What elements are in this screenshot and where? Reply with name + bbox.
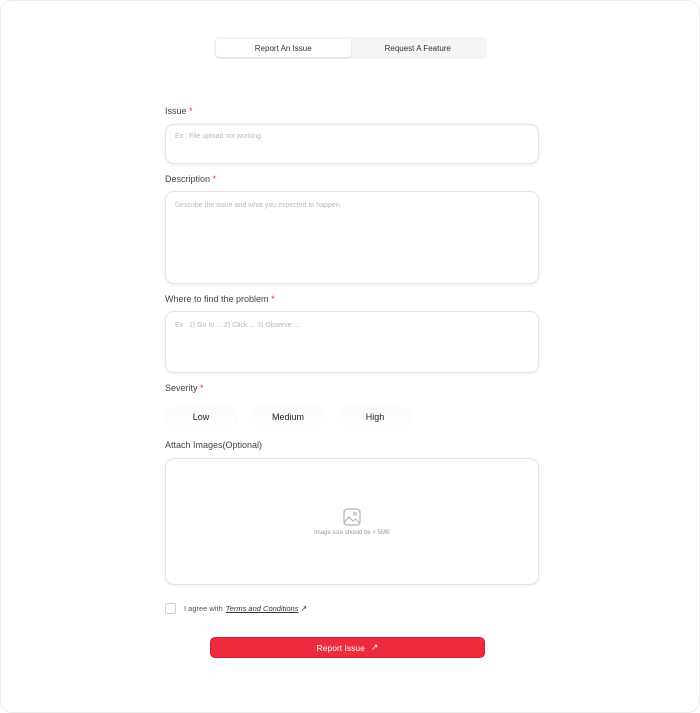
terms-link[interactable]: Terms and Conditions	[226, 604, 299, 613]
description-placeholder: Describe the issue and what you expected…	[175, 202, 342, 209]
terms-agreement: I agree with Terms and Conditions ↗	[165, 603, 307, 614]
location-label-text: Where to find the problem	[165, 294, 269, 304]
required-marker: *	[212, 174, 217, 184]
severity-options: Low Medium High	[165, 408, 426, 426]
agreement-text: I agree with	[184, 604, 223, 613]
image-icon	[343, 508, 361, 526]
description-label-text: Description	[165, 174, 211, 184]
description-textarea[interactable]: Describe the issue and what you expected…	[165, 191, 539, 284]
severity-label: Severity *	[165, 383, 204, 393]
location-label: Where to find the problem *	[165, 294, 275, 304]
tab-request-feature[interactable]: Request A Feature	[351, 39, 486, 57]
report-issue-label: Report Issue	[316, 642, 365, 653]
severity-low-option[interactable]: Low	[165, 408, 237, 426]
required-marker: *	[271, 294, 275, 304]
required-marker: *	[200, 383, 204, 393]
tab-report-issue[interactable]: Report An Issue	[216, 39, 351, 57]
location-placeholder: Ex : 1) Go to ... 2) Click ... 3) Observ…	[175, 322, 300, 329]
image-upload-dropzone[interactable]: Image size should be < 5MB	[165, 458, 539, 585]
severity-high-option[interactable]: High	[339, 408, 411, 426]
severity-label-text: Severity	[165, 383, 198, 393]
issue-label-text: Issue	[165, 106, 187, 116]
issue-input[interactable]: Ex : File upload not working.	[165, 124, 539, 164]
location-textarea[interactable]: Ex : 1) Go to ... 2) Click ... 3) Observ…	[165, 311, 539, 373]
terms-checkbox[interactable]	[165, 603, 176, 614]
form-type-tabs: Report An Issue Request A Feature	[214, 37, 487, 59]
attach-label: Attach Images(Optional)	[165, 440, 263, 450]
arrow-up-right-icon: ↗	[370, 642, 379, 652]
external-link-icon: ↗	[300, 604, 308, 613]
issue-placeholder: Ex : File upload not working.	[175, 133, 263, 140]
required-marker: *	[189, 106, 193, 116]
report-issue-button[interactable]: Report Issue ↗	[210, 637, 485, 658]
severity-medium-option[interactable]: Medium	[252, 408, 324, 426]
upload-size-hint: Image size should be < 5MB	[314, 530, 390, 536]
description-label: Description *	[165, 174, 216, 184]
issue-label: Issue *	[165, 106, 193, 116]
